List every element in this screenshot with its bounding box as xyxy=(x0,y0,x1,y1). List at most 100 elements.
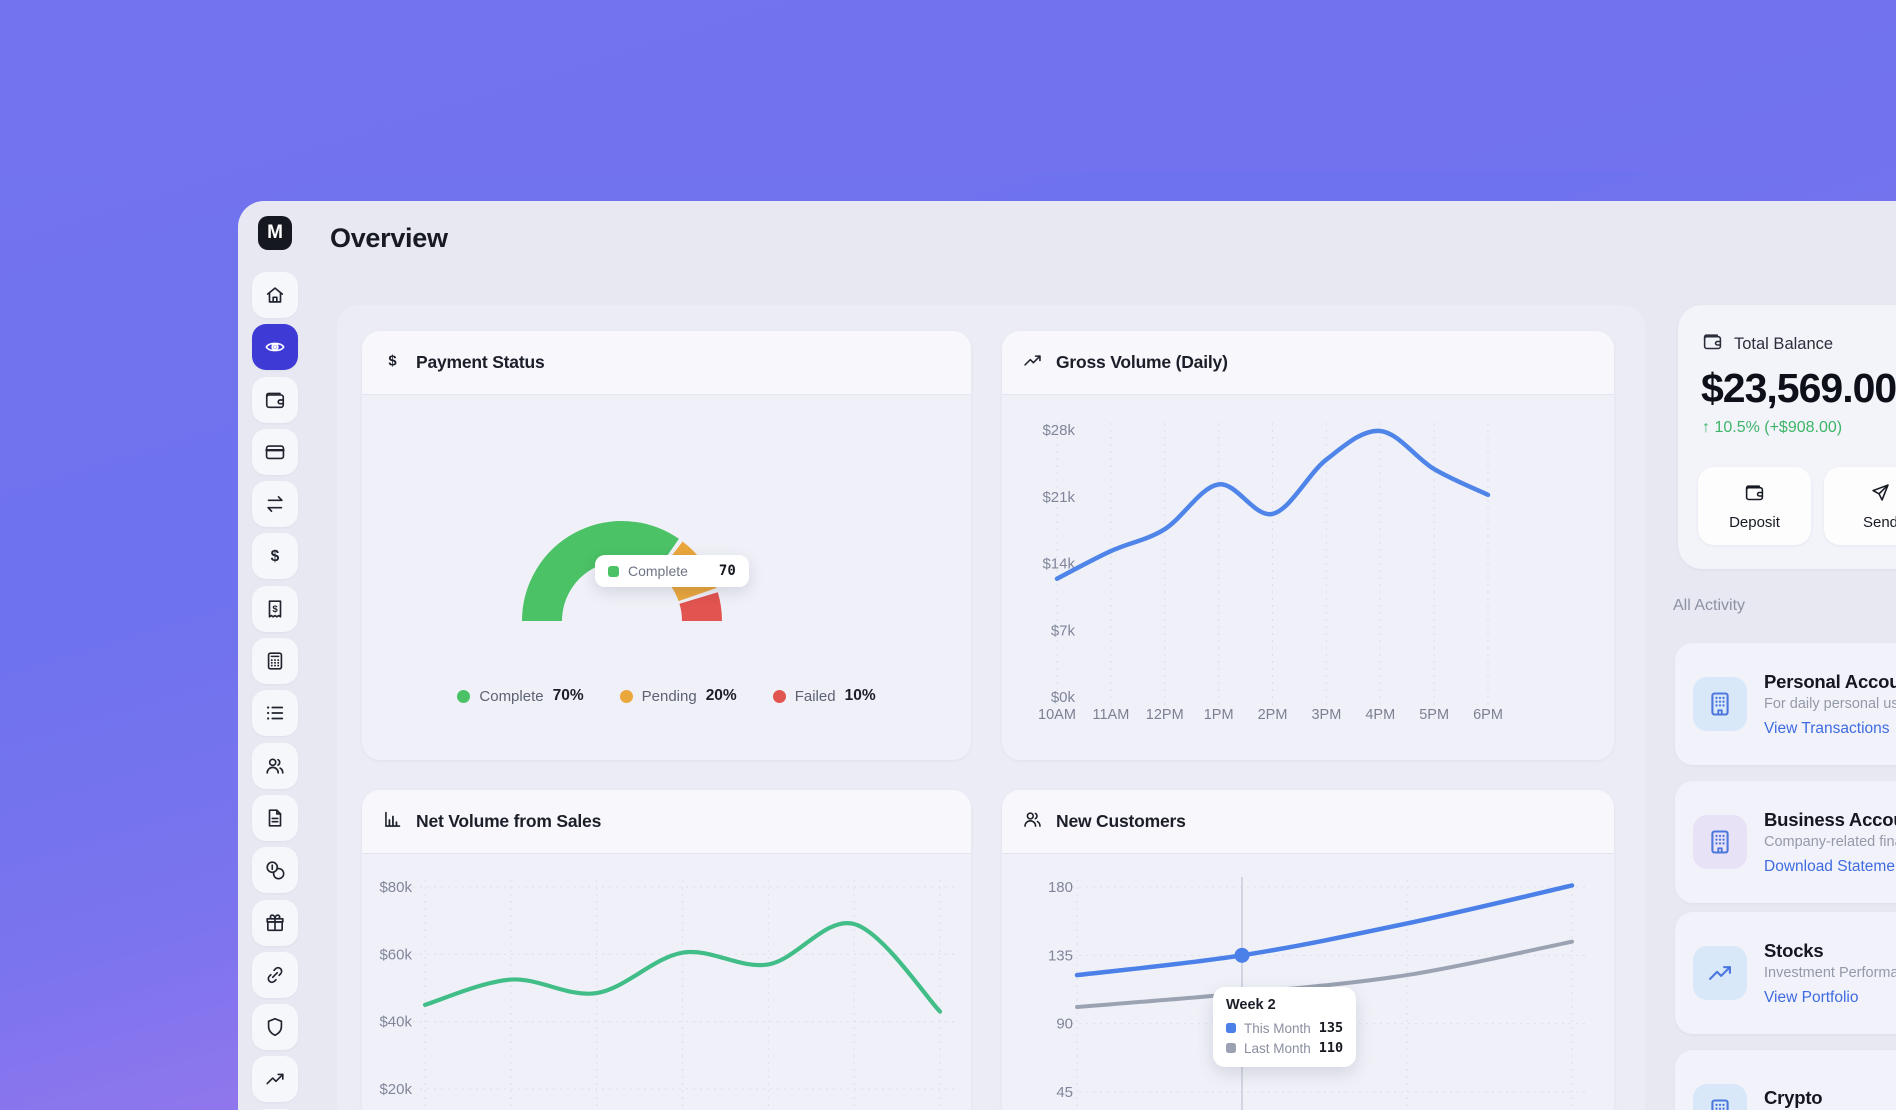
svg-text:2PM: 2PM xyxy=(1258,707,1288,723)
send-button[interactable]: Send xyxy=(1824,467,1896,545)
sidebar: $$ xyxy=(252,272,298,1110)
users-icon xyxy=(1022,809,1043,835)
svg-text:$21k: $21k xyxy=(1042,489,1075,506)
page-title: Overview xyxy=(330,223,448,254)
balance-actions: Deposit Send xyxy=(1698,467,1896,545)
wallet-icon xyxy=(264,389,286,411)
sidebar-item-overview[interactable] xyxy=(252,324,298,370)
sidebar-item-payments[interactable]: $ xyxy=(252,533,298,579)
payment-status-chart-area: Complete 70 Complete70%Pending20%Failed1… xyxy=(362,395,971,760)
shield-icon xyxy=(264,1016,286,1038)
gross-volume-card: Gross Volume (Daily) $28k$21k$14k$7k$0k1… xyxy=(1002,331,1614,760)
net-volume-card: Net Volume from Sales $80k$60k$40k$20k xyxy=(362,790,971,1110)
svg-text:$28k: $28k xyxy=(1042,422,1075,439)
list-icon xyxy=(264,702,286,724)
sidebar-item-analytics[interactable] xyxy=(252,1056,298,1102)
svg-text:$40k: $40k xyxy=(379,1014,412,1031)
sidebar-item-rewards[interactable] xyxy=(252,900,298,946)
coins-icon xyxy=(264,859,286,881)
svg-text:135: 135 xyxy=(1048,947,1073,964)
gift-icon xyxy=(264,912,286,934)
wallet-icon xyxy=(1744,482,1765,506)
building-icon xyxy=(1693,677,1747,731)
gross-volume-line-chart[interactable]: $28k$21k$14k$7k$0k10AM11AM12PM1PM2PM3PM4… xyxy=(1002,395,1614,760)
svg-text:180: 180 xyxy=(1048,879,1073,896)
credit-card-icon xyxy=(264,441,286,463)
svg-text:45: 45 xyxy=(1056,1084,1073,1101)
sidebar-item-coins[interactable] xyxy=(252,847,298,893)
building-icon xyxy=(1693,815,1747,869)
tooltip-swatch xyxy=(608,566,619,577)
svg-text:$60k: $60k xyxy=(379,946,412,963)
home-icon xyxy=(264,284,286,306)
svg-text:6PM: 6PM xyxy=(1473,707,1503,723)
users-icon xyxy=(264,755,286,777)
tooltip-swatch xyxy=(1226,1043,1236,1053)
gauge-legend: Complete70%Pending20%Failed10% xyxy=(362,687,971,705)
sidebar-item-cards[interactable] xyxy=(252,429,298,475)
legend-value: 20% xyxy=(706,687,737,705)
legend-dot xyxy=(457,690,470,703)
sidebar-item-wallet[interactable] xyxy=(252,377,298,423)
background-band xyxy=(0,0,1896,172)
gross-volume-title: Gross Volume (Daily) xyxy=(1056,352,1228,373)
sidebar-item-customers[interactable] xyxy=(252,743,298,789)
sidebar-item-calculator[interactable] xyxy=(252,638,298,684)
total-balance-amount: $23,569.00 xyxy=(1701,365,1896,412)
tooltip-value: 70 xyxy=(719,563,736,579)
dollar-icon: $ xyxy=(264,545,286,567)
svg-text:$80k: $80k xyxy=(379,879,412,896)
svg-text:$7k: $7k xyxy=(1051,622,1076,639)
svg-text:$0k: $0k xyxy=(1051,689,1076,706)
arrows-left-right-icon xyxy=(264,493,286,515)
gross-volume-chart-area: $28k$21k$14k$7k$0k10AM11AM12PM1PM2PM3PM4… xyxy=(1002,395,1614,760)
payment-status-title: Payment Status xyxy=(416,352,545,373)
view-portfolio-link[interactable]: View Portfolio xyxy=(1764,989,1896,1007)
activity-title: Personal Account xyxy=(1764,671,1896,693)
svg-text:11AM: 11AM xyxy=(1092,707,1129,723)
building-icon xyxy=(1693,1084,1747,1110)
tooltip-value: 110 xyxy=(1319,1040,1343,1056)
tooltip-row: Last Month 110 xyxy=(1226,1040,1343,1056)
sidebar-item-home[interactable] xyxy=(252,272,298,318)
tooltip-label: This Month xyxy=(1244,1021,1311,1036)
tooltip-swatch xyxy=(1226,1023,1236,1033)
main-panel: $ Payment Status Complete 70 Complete70%… xyxy=(337,305,1645,1110)
svg-text:4PM: 4PM xyxy=(1365,707,1395,723)
tooltip-title: Week 2 xyxy=(1226,997,1343,1013)
send-button-label: Send xyxy=(1863,514,1896,531)
deposit-button[interactable]: Deposit xyxy=(1698,467,1811,545)
legend-label: Complete xyxy=(479,688,543,705)
payment-status-header: $ Payment Status xyxy=(362,331,971,395)
sidebar-item-documents[interactable] xyxy=(252,795,298,841)
legend-label: Failed xyxy=(795,688,836,705)
sidebar-item-invoices[interactable]: $ xyxy=(252,586,298,632)
legend-item-pending: Pending20% xyxy=(620,687,737,705)
download-statements-link[interactable]: Download Statements xyxy=(1764,858,1896,876)
activity-card-business-account: Business Account Company-related finance… xyxy=(1675,781,1896,903)
net-volume-chart-area: $80k$60k$40k$20k xyxy=(362,854,971,1110)
sidebar-item-transfers[interactable] xyxy=(252,481,298,527)
sidebar-item-security[interactable] xyxy=(252,1004,298,1050)
tooltip-label: Complete xyxy=(628,563,688,579)
activity-card-stocks: Stocks Investment Performance View Portf… xyxy=(1675,912,1896,1034)
activity-title: Crypto xyxy=(1764,1087,1886,1109)
sidebar-item-links[interactable] xyxy=(252,952,298,998)
svg-text:$: $ xyxy=(388,353,397,369)
trend-up-icon xyxy=(1693,946,1747,1000)
file-icon xyxy=(264,807,286,829)
new-customers-header: New Customers xyxy=(1002,790,1614,854)
net-volume-line-chart[interactable]: $80k$60k$40k$20k xyxy=(362,854,971,1110)
svg-text:90: 90 xyxy=(1056,1016,1073,1033)
sidebar-item-transactions[interactable] xyxy=(252,690,298,736)
tooltip-value: 135 xyxy=(1319,1020,1343,1036)
app-window: M Overview $$ $ Payment Status Complete … xyxy=(238,201,1896,1110)
view-transactions-link[interactable]: View Transactions xyxy=(1764,720,1896,738)
link-icon xyxy=(264,964,286,986)
total-balance-card: Total Balance $23,569.00 ↑ 10.5% (+$908.… xyxy=(1678,305,1896,569)
tooltip-row: This Month 135 xyxy=(1226,1020,1343,1036)
total-balance-label: Total Balance xyxy=(1734,335,1833,354)
gross-volume-header: Gross Volume (Daily) xyxy=(1002,331,1614,395)
svg-text:5PM: 5PM xyxy=(1419,707,1449,723)
new-customers-line-chart[interactable]: 180 135 90 45 xyxy=(1002,854,1614,1110)
